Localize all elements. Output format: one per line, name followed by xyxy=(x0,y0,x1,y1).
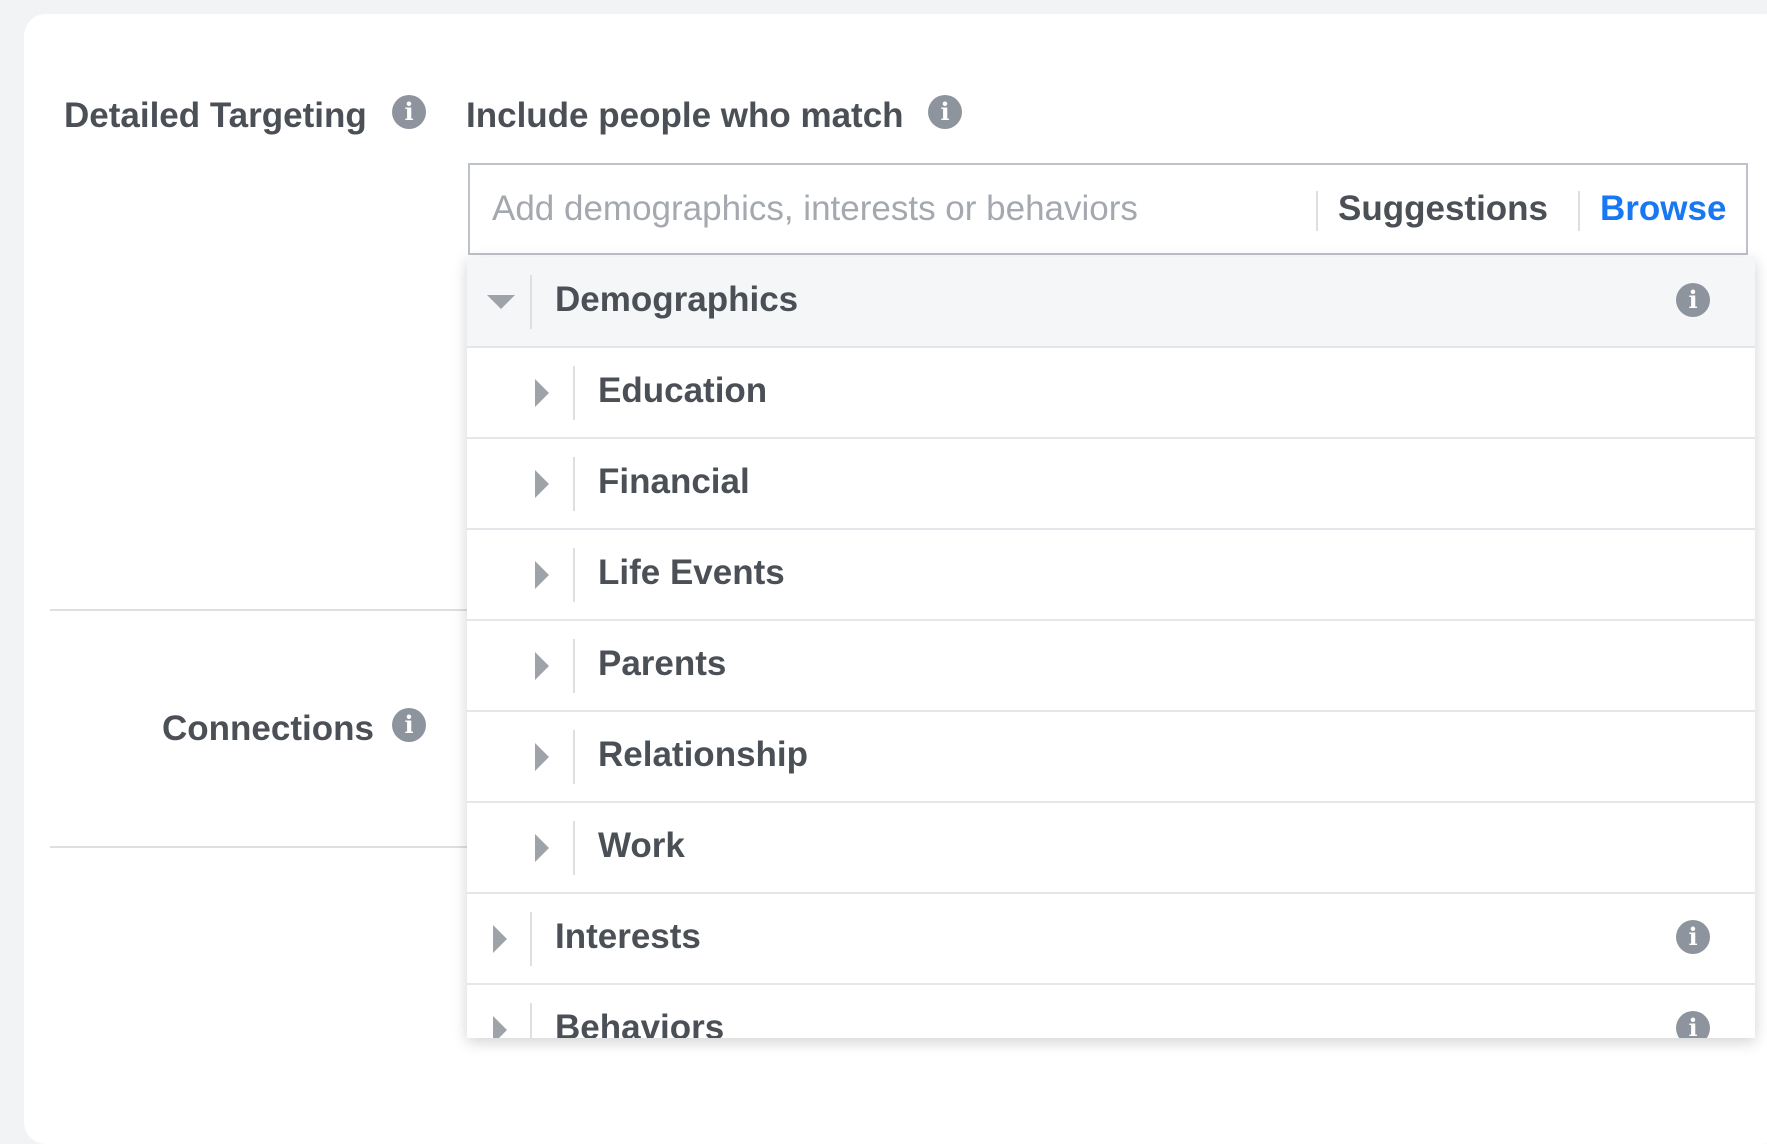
row-divider xyxy=(573,821,575,875)
search-divider xyxy=(1316,191,1318,231)
suggestions-button[interactable]: Suggestions xyxy=(1338,189,1548,229)
subcategory-financial[interactable]: Financial xyxy=(467,439,1755,530)
section-divider xyxy=(50,609,468,611)
row-divider xyxy=(530,1003,532,1038)
row-divider xyxy=(530,912,532,966)
section-divider xyxy=(50,846,468,848)
chevron-right-icon[interactable] xyxy=(535,652,549,680)
chevron-right-icon[interactable] xyxy=(493,1016,507,1038)
targeting-search-box[interactable]: Suggestions Browse xyxy=(468,163,1748,255)
search-divider xyxy=(1578,191,1580,231)
chevron-right-icon[interactable] xyxy=(535,561,549,589)
info-icon[interactable]: i xyxy=(1676,283,1710,317)
chevron-down-icon[interactable] xyxy=(487,295,515,309)
subcategory-label: Financial xyxy=(598,462,750,501)
subcategory-label: Education xyxy=(598,371,768,410)
row-divider xyxy=(573,366,575,420)
info-icon[interactable]: i xyxy=(1676,920,1710,954)
chevron-right-icon[interactable] xyxy=(493,925,507,953)
subcategory-label: Life Events xyxy=(598,553,785,592)
category-label: Demographics xyxy=(555,280,799,319)
subcategory-parents[interactable]: Parents xyxy=(467,621,1755,712)
info-icon[interactable]: i xyxy=(392,95,426,129)
subcategory-label: Relationship xyxy=(598,735,809,774)
row-divider xyxy=(573,639,575,693)
connections-label: Connections xyxy=(162,709,374,748)
subcategory-label: Work xyxy=(598,826,685,865)
chevron-right-icon[interactable] xyxy=(535,379,549,407)
detailed-targeting-label: Detailed Targeting xyxy=(64,96,367,135)
browse-button[interactable]: Browse xyxy=(1600,189,1726,229)
subcategory-relationship[interactable]: Relationship xyxy=(467,712,1755,803)
chevron-right-icon[interactable] xyxy=(535,834,549,862)
category-label: Behaviors xyxy=(555,1008,725,1038)
subcategory-label: Parents xyxy=(598,644,727,683)
targeting-search-input[interactable] xyxy=(492,187,1252,231)
chevron-right-icon[interactable] xyxy=(535,743,549,771)
category-demographics[interactable]: Demographics i xyxy=(467,257,1755,348)
info-icon[interactable]: i xyxy=(392,708,426,742)
row-divider xyxy=(530,275,532,329)
row-divider xyxy=(573,548,575,602)
chevron-right-icon[interactable] xyxy=(535,470,549,498)
subcategory-life-events[interactable]: Life Events xyxy=(467,530,1755,621)
row-divider xyxy=(573,457,575,511)
subcategory-work[interactable]: Work xyxy=(467,803,1755,894)
include-people-label: Include people who match xyxy=(466,96,904,135)
info-icon[interactable]: i xyxy=(1676,1011,1710,1038)
info-icon[interactable]: i xyxy=(928,95,962,129)
category-label: Interests xyxy=(555,917,701,956)
category-interests[interactable]: Interests i xyxy=(467,894,1755,985)
category-behaviors[interactable]: Behaviors i xyxy=(467,985,1755,1038)
subcategory-education[interactable]: Education xyxy=(467,348,1755,439)
browse-dropdown: Demographics i Education Financial Life … xyxy=(467,257,1755,1038)
row-divider xyxy=(573,730,575,784)
